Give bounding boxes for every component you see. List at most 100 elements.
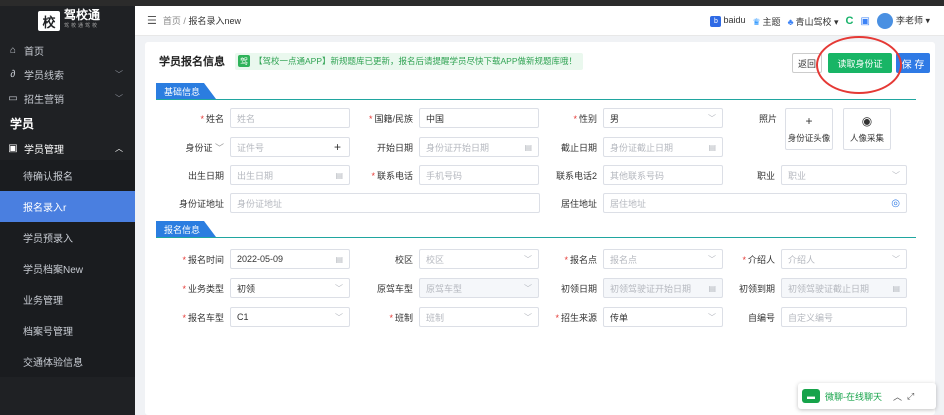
- phone-input[interactable]: 手机号码: [419, 165, 539, 185]
- chevron-up-icon: ︿: [115, 143, 123, 153]
- end-date-label: 截止日期: [560, 142, 597, 153]
- baidu-icon: b: [710, 16, 722, 27]
- id-photo-upload[interactable]: + 身份证头像: [785, 108, 833, 150]
- calendar-icon: ▤: [524, 142, 532, 152]
- reg-car-select[interactable]: C1 ﹀: [230, 307, 350, 327]
- chevron-up-icon[interactable]: ︿: [893, 390, 902, 403]
- theme-button[interactable]: ♛ 主题: [752, 15, 780, 28]
- nationality-input[interactable]: 中国: [419, 108, 539, 128]
- home-address-input[interactable]: 居住地址 ◎: [603, 193, 907, 213]
- orig-car-label: 原驾车型: [376, 283, 413, 294]
- sidebar-item-home[interactable]: ⌂ 首页: [0, 38, 135, 62]
- source-select[interactable]: 传单 ﹀: [603, 307, 723, 327]
- baidu-link[interactable]: b baidu: [710, 15, 745, 27]
- row-phone2: 联系电话2 其他联系号码: [540, 164, 723, 186]
- reg-time-input[interactable]: 2022-05-09 ▤: [230, 249, 350, 269]
- first-expire-label: 初领到期: [738, 283, 775, 294]
- sidebar-group-student: 学员: [10, 116, 35, 131]
- id-number-input[interactable]: 证件号 +: [230, 137, 350, 157]
- section-basic-tab: 基础信息: [156, 83, 217, 99]
- id-address-input[interactable]: 身份证地址: [230, 193, 540, 213]
- campus-label: 校区: [394, 254, 413, 265]
- phone2-input[interactable]: 其他联系号码: [603, 165, 723, 185]
- section-registration: 报名信息: [156, 218, 916, 238]
- reg-point-select[interactable]: 报名点 ﹀: [603, 249, 723, 269]
- sidebar-sub-archive[interactable]: 学员档案New: [0, 253, 135, 284]
- row-job: 职业 职业 ﹀: [725, 164, 907, 186]
- nationality-label: * 国籍/民族: [368, 113, 413, 124]
- birth-date-input[interactable]: 出生日期 ▤: [230, 165, 350, 185]
- job-select[interactable]: 职业 ﹀: [781, 165, 907, 185]
- face-capture[interactable]: ◉ 人像采集: [843, 108, 891, 150]
- user-menu[interactable]: 李老师 ▾: [876, 13, 930, 29]
- row-source: * 招生来源 传单 ﹀: [540, 306, 723, 328]
- sidebar-sub-prereg[interactable]: 学员预录入: [0, 222, 135, 253]
- location-icon[interactable]: ◎: [891, 198, 900, 209]
- row-class: * 班制 班制 ﹀: [350, 306, 539, 328]
- first-date-input[interactable]: 初领驾驶证开始日期 ▤: [603, 278, 723, 298]
- row-id: 身份证 ﹀ 证件号 +: [145, 136, 350, 158]
- plus-icon[interactable]: +: [334, 140, 341, 154]
- row-biz-type: * 业务类型 初领 ﹀: [145, 277, 350, 299]
- reg-point-label: * 报名点: [564, 254, 597, 265]
- end-date-input[interactable]: 身份证截止日期 ▤: [603, 137, 723, 157]
- referrer-label: * 介绍人: [742, 254, 775, 265]
- first-expire-input[interactable]: 初领驾驶证截止日期 ▤: [781, 278, 907, 298]
- reg-time-label: * 报名时间: [182, 254, 224, 265]
- sidebar-sub-business[interactable]: 业务管理: [0, 284, 135, 315]
- sidebar-item-label: 学员管理: [24, 144, 64, 156]
- row-gender: * 性别 男 ﹀: [540, 107, 723, 129]
- sidebar-sub-archive-no[interactable]: 档案号管理: [0, 315, 135, 346]
- photo-label: 照片: [759, 114, 778, 124]
- breadcrumb-current: 报名录入new: [188, 16, 241, 26]
- chevron-down-icon: ﹀: [335, 283, 343, 293]
- class-select[interactable]: 班制 ﹀: [419, 307, 539, 327]
- row-custom-no: 自编号 自定义编号: [725, 306, 907, 328]
- menu-toggle-icon[interactable]: ☰: [147, 14, 157, 27]
- sidebar-item-recruit[interactable]: ▭ 招生营销 ﹀: [0, 86, 135, 110]
- sidebar-item-leads[interactable]: ∂ 学员线索 ﹀: [0, 62, 135, 86]
- biz-type-select[interactable]: 初领 ﹀: [230, 278, 350, 298]
- sidebar-item-student-mgmt[interactable]: ▣ 学员管理 ︿: [0, 136, 135, 160]
- custom-no-label: 自编号: [747, 312, 775, 323]
- row-home-address: 居住地址 居住地址 ◎: [540, 192, 907, 214]
- row-campus: 校区 校区 ﹀: [350, 248, 539, 270]
- row-reg-point: * 报名点 报名点 ﹀: [540, 248, 723, 270]
- start-date-input[interactable]: 身份证开始日期 ▤: [419, 137, 539, 157]
- main-area: ☰ 首页 / 报名录入new b baidu ♛ 主题 ♣ 青山驾校 ▾ C ▣ 李老…: [135, 6, 944, 415]
- gender-label: * 性别: [573, 113, 597, 124]
- chevron-down-icon: ﹀: [708, 312, 716, 322]
- mail-icon[interactable]: ▣: [860, 16, 869, 27]
- sidebar-sub-pending[interactable]: 待确认报名: [0, 160, 135, 191]
- sidebar: 校 驾校通 驾校通驾校 ⌂ 首页 ∂ 学员线索 ﹀ ▭ 招生营销 ﹀ 学员 ▣ 学…: [0, 6, 135, 415]
- sidebar-sub-traffic[interactable]: 交通体验信息: [0, 346, 135, 377]
- breadcrumb: 首页 / 报名录入new: [162, 16, 241, 26]
- reg-car-label: * 报名车型: [182, 312, 224, 323]
- sidebar-sub-registration[interactable]: 报名录入r: [0, 191, 135, 222]
- breadcrumb-home[interactable]: 首页: [163, 16, 181, 26]
- camera-icon: ◉: [861, 114, 873, 128]
- name-input[interactable]: 姓名: [230, 108, 350, 128]
- app-window: 校 驾校通 驾校通驾校 ⌂ 首页 ∂ 学员线索 ﹀ ▭ 招生营销 ﹀ 学员 ▣ 学…: [0, 0, 944, 415]
- logo-badge: 校: [38, 11, 60, 31]
- chat-icon: ▬: [802, 389, 820, 403]
- class-label: * 班制: [389, 312, 413, 323]
- gender-select[interactable]: 男 ﹀: [603, 108, 723, 128]
- online-chat-widget[interactable]: ▬ 微聊-在线聊天 ︿ ⤢: [798, 383, 936, 409]
- row-referrer: * 介绍人 介绍人 ﹀: [725, 248, 907, 270]
- form-card: 学员报名信息 驾 【驾校一点通APP】新规题库已更新，报名后请提醒学员尽快下载A…: [145, 36, 935, 415]
- chevron-down-icon: ﹀: [524, 254, 532, 264]
- row-name: * 姓名 姓名: [145, 107, 350, 129]
- recruit-icon: ▭: [8, 92, 18, 104]
- row-reg-car: * 报名车型 C1 ﹀: [145, 306, 350, 328]
- id-type-select[interactable]: 身份证 ﹀: [145, 141, 224, 154]
- custom-no-input[interactable]: 自定义编号: [781, 307, 907, 327]
- notice-banner: 驾 【驾校一点通APP】新规题库已更新，报名后请提醒学员尽快下载APP做新规题库…: [235, 52, 584, 70]
- expand-icon[interactable]: ⤢: [907, 391, 914, 402]
- start-date-label: 开始日期: [376, 142, 413, 153]
- orig-car-select[interactable]: 原驾车型 ﹀: [419, 278, 539, 298]
- school-select[interactable]: ♣ 青山驾校 ▾: [788, 15, 839, 28]
- refresh-icon[interactable]: C: [846, 15, 854, 27]
- campus-select[interactable]: 校区 ﹀: [419, 249, 539, 269]
- referrer-select[interactable]: 介绍人 ﹀: [781, 249, 907, 269]
